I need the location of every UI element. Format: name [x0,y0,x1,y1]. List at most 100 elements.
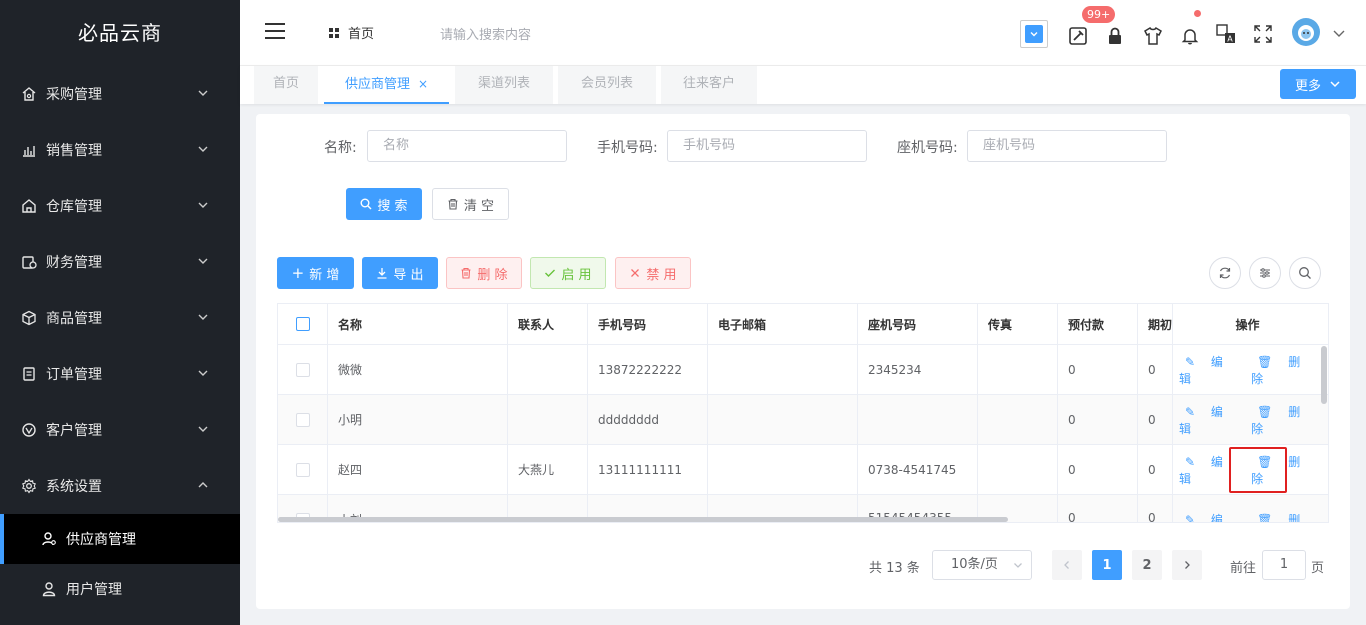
bell-icon[interactable] [1178,22,1202,50]
table-row[interactable]: 微微 13872222222 2345234 0 0 ✎ 编 辑 🗑 删 除 [278,345,1328,395]
shirt-theme-icon[interactable] [1141,22,1165,50]
tab-label: 供应商管理 [344,77,410,92]
header-actions-label: 操作 [1235,317,1260,332]
chevron-down-icon [198,314,208,320]
next-page-button[interactable] [1172,550,1202,580]
hamburger-menu-icon[interactable] [264,22,286,40]
filter-sliders-icon [1260,268,1270,278]
edit-button[interactable]: ✎ 编 辑 [1179,353,1239,387]
translate-icon[interactable]: A [1214,20,1238,48]
header-icons: 99+ A [1020,6,1366,50]
page-1-button[interactable]: 1 [1092,550,1122,580]
header-search-input[interactable]: 请输入搜索内容 [440,24,531,43]
sales-chart-icon [20,141,38,159]
menu-warehouse[interactable]: 仓库管理 [0,178,240,234]
warehouse-icon [20,197,38,215]
name-filter-input[interactable]: 名称 [367,130,567,162]
chevron-right-icon [1185,561,1190,569]
tab-supplier-management[interactable]: 供应商管理 × [324,66,449,104]
row-checkbox[interactable] [295,412,310,427]
close-icon[interactable]: × [418,77,428,91]
phone-filter-input[interactable]: 手机号码 [667,130,867,162]
chevron-down-icon [198,202,208,208]
bulk-delete-button[interactable]: 删 除 [446,257,522,289]
header-contact[interactable]: 联系人 [508,304,588,344]
disable-button[interactable]: 禁 用 [615,257,691,289]
search-icon [1299,267,1311,279]
menu-system-settings[interactable]: 系统设置 [0,458,240,514]
trash-icon: 🗑 [1257,454,1273,469]
submenu-user-management[interactable]: 用户管理 [0,564,240,614]
tab-channel-list[interactable]: 渠道列表 [455,66,553,104]
content-card: 名称: 名称 手机号码: 手机号码 座机号码: 座机号码 搜 索 清 空 + 新… [256,114,1350,609]
more-button[interactable]: 更多 [1280,69,1356,99]
menu-label: 销售管理 [46,143,102,159]
submenu-supplier-management[interactable]: 供应商管理 [0,514,240,564]
supplier-user-icon [40,530,58,548]
header-phone[interactable]: 手机号码 [588,304,708,344]
column-settings-button[interactable] [1249,257,1281,289]
toggle-search-button[interactable] [1289,257,1321,289]
export-button-label: 导 出 [393,267,424,283]
menu-finance[interactable]: 财务管理 [0,234,240,290]
menu-product[interactable]: 商品管理 [0,290,240,346]
phone-filter-label: 手机号码: [597,140,658,156]
menu-sales[interactable]: 销售管理 [0,122,240,178]
export-button[interactable]: 导 出 [362,257,438,289]
table-horizontal-scrollbar[interactable] [278,517,1008,522]
edit-button[interactable]: ✎ 编 辑 [1179,453,1239,487]
prev-page-button[interactable] [1052,550,1082,580]
tab-member-list[interactable]: 会员列表 [558,66,656,104]
menu-label: 商品管理 [46,311,102,327]
dropdown-toggle-icon[interactable] [1020,20,1048,48]
table-row[interactable]: 小明 dddddddd 0 0 ✎ 编 辑 🗑 删 除 [278,395,1328,445]
header-landline[interactable]: 座机号码 [858,304,978,344]
purchase-icon [20,85,38,103]
page-2-button[interactable]: 2 [1132,550,1162,580]
bulk-delete-label: 删 除 [477,267,508,283]
goto-page-input[interactable]: 1 [1262,550,1306,580]
user-avatar[interactable] [1292,18,1320,46]
header-prepayment[interactable]: 预付款 [1058,304,1138,344]
table-header-row: 名称 联系人 手机号码 电子邮箱 座机号码 传真 预付款 期初 操作 [278,304,1328,345]
page-size-select[interactable]: 10条/页 [932,550,1032,580]
clear-button[interactable]: 清 空 [432,188,509,220]
landline-filter-input[interactable]: 座机号码 [967,130,1167,162]
row-checkbox[interactable] [295,362,310,377]
edit-button[interactable]: ✎ 编 辑 [1179,403,1239,437]
menu-purchase[interactable]: 采购管理 [0,66,240,122]
cell-phone: dddddddd [588,395,708,444]
avatar-chevron-down-icon[interactable] [1332,26,1346,40]
row-checkbox[interactable] [295,462,310,477]
delete-button[interactable]: 🗑 删 除 [1251,403,1316,437]
delete-button[interactable]: 🗑 删 除 [1251,511,1316,522]
header-name[interactable]: 名称 [328,304,508,344]
tab-label: 会员列表 [580,76,633,91]
edit-button[interactable]: ✎ 编 辑 [1179,511,1239,522]
add-button[interactable]: + 新 增 [277,257,354,289]
tab-home[interactable]: 首页 [254,66,318,104]
table-row[interactable]: 赵四 大燕儿 13111111111 0738-4541745 0 0 ✎ 编 … [278,445,1328,495]
search-button-label: 搜 索 [377,198,408,214]
breadcrumb-home[interactable]: 首页 [328,23,374,42]
enable-button[interactable]: 启 用 [530,257,606,289]
delete-button[interactable]: 🗑 删 除 [1251,453,1316,487]
chevron-left-icon [1064,561,1069,569]
cell-prepayment: 0 [1058,395,1138,444]
refresh-button[interactable] [1209,257,1241,289]
tools-icon[interactable] [1066,22,1090,50]
header-email[interactable]: 电子邮箱 [708,304,858,344]
search-button[interactable]: 搜 索 [346,188,422,220]
lock-icon[interactable] [1103,22,1127,50]
delete-button[interactable]: 🗑 删 除 [1251,353,1316,387]
cell-fax [978,345,1058,394]
table-vertical-scrollbar[interactable] [1321,346,1327,404]
user-icon [40,580,58,598]
tab-contacts[interactable]: 往来客户 [661,66,757,104]
header-fax[interactable]: 传真 [978,304,1058,344]
fullscreen-icon[interactable] [1251,20,1275,48]
menu-order[interactable]: 订单管理 [0,346,240,402]
row-actions: ✎ 编 辑 🗑 删 除 [1172,395,1322,444]
menu-customer[interactable]: 客户管理 [0,402,240,458]
select-all-checkbox[interactable] [295,317,310,331]
